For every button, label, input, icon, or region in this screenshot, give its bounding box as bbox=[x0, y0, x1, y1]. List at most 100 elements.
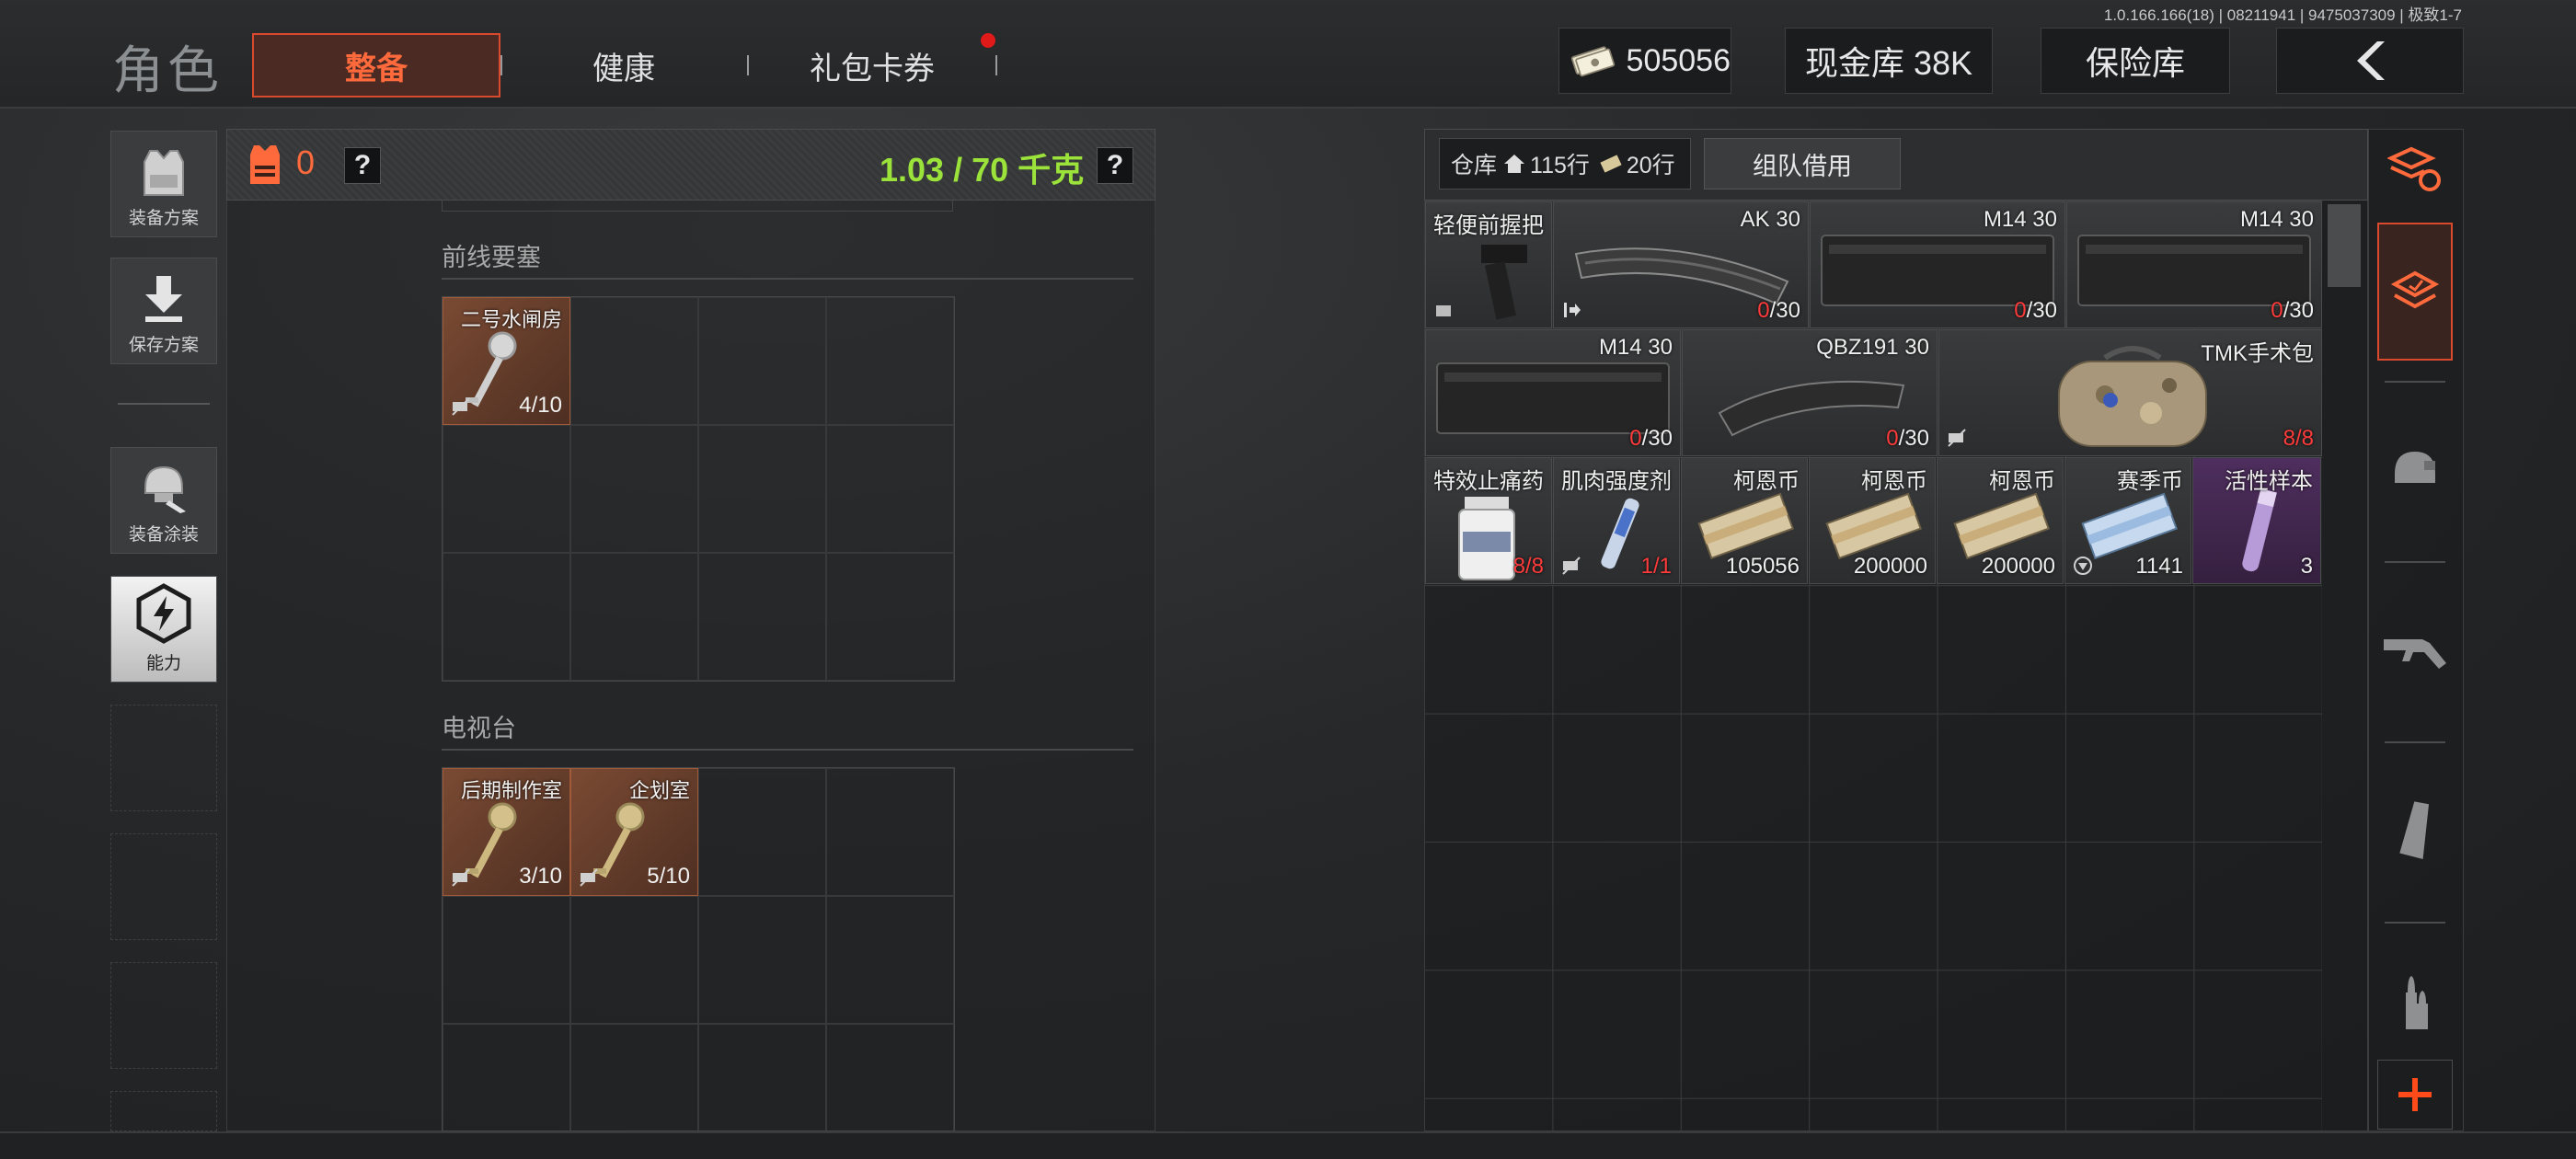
ammo-current: 0 bbox=[1757, 298, 1770, 323]
sidebar-item-label: 保存方案 bbox=[128, 336, 199, 355]
storage-item[interactable]: 柯恩币 200000 bbox=[1809, 457, 1936, 584]
sidebar-item-equipment-skin[interactable]: 装备涂装 bbox=[110, 447, 217, 554]
item-count: 200000 bbox=[1981, 554, 2055, 579]
item-name: 肌肉强度剂 bbox=[1561, 469, 1672, 494]
weight-help-button[interactable]: ? bbox=[1097, 147, 1133, 184]
currency-amount: 505056 bbox=[1626, 42, 1731, 78]
rail-helmet-button[interactable] bbox=[2377, 401, 2453, 539]
storage-item[interactable]: M14 30 0/30 bbox=[1810, 201, 2065, 328]
helmet-icon bbox=[2395, 452, 2435, 483]
ammo-current: 0 bbox=[2014, 298, 2027, 323]
back-button[interactable] bbox=[2276, 28, 2464, 94]
key-grid-frontline: 二号水闸房 4/10 bbox=[442, 296, 955, 682]
koen-coin-icon bbox=[1825, 492, 1922, 559]
key-item[interactable]: 企划室 5/10 bbox=[570, 768, 698, 896]
storage-label: 仓库 bbox=[1451, 153, 1498, 178]
koen-coin-icon bbox=[1697, 492, 1794, 559]
rail-rifle-button[interactable] bbox=[2377, 581, 2453, 719]
key-item[interactable]: 后期制作室 3/10 bbox=[443, 768, 570, 896]
empty-slot bbox=[110, 705, 217, 811]
storage-item[interactable]: 赛季币 1141 bbox=[2064, 457, 2191, 584]
storage-item[interactable]: QBZ191 30 0/30 bbox=[1682, 329, 1938, 456]
weight-indicator: 1.03 / 70 千克 bbox=[880, 151, 1085, 189]
home-icon bbox=[1504, 155, 1525, 173]
chevron-left-icon bbox=[2357, 41, 2385, 80]
storage-item[interactable]: 轻便前握把 bbox=[1425, 201, 1552, 328]
empty-grid-cell bbox=[570, 425, 698, 553]
item-name: M14 30 bbox=[2239, 207, 2314, 232]
rail-sort-button[interactable] bbox=[2377, 131, 2453, 208]
storage-item[interactable]: 特效止痛药 8/8 bbox=[1425, 457, 1552, 584]
empty-grid-cell bbox=[443, 896, 570, 1024]
cash-icon bbox=[1570, 46, 1616, 77]
magazine-icon bbox=[2399, 801, 2430, 859]
rail-divider bbox=[2385, 922, 2445, 924]
key-item[interactable]: 二号水闸房 4/10 bbox=[443, 297, 570, 425]
empty-slot bbox=[110, 1091, 217, 1131]
empty-grid-cell bbox=[826, 425, 954, 553]
storage-item[interactable]: 活性样本 3 bbox=[2192, 457, 2321, 584]
rail-add-button[interactable] bbox=[2377, 1060, 2453, 1130]
empty-grid-cell bbox=[570, 1024, 698, 1130]
tab-loadout[interactable]: 整备 bbox=[252, 33, 500, 98]
notification-dot bbox=[981, 33, 995, 48]
item-name: 二号水闸房 bbox=[460, 308, 562, 331]
sidebar-item-ability[interactable]: 能力 bbox=[110, 576, 217, 683]
empty-grid-cell bbox=[698, 425, 826, 553]
empty-grid-cell bbox=[698, 1024, 826, 1130]
storage-item[interactable]: 柯恩币 105056 bbox=[1681, 457, 1808, 584]
empty-grid-cell bbox=[570, 297, 698, 425]
ammo-current: 0 bbox=[1629, 426, 1642, 451]
season-coin-icon bbox=[2081, 492, 2178, 559]
no-insure-icon bbox=[1948, 429, 1966, 447]
storage-item[interactable]: TMK手术包 8/8 bbox=[1938, 329, 2322, 456]
item-name: 企划室 bbox=[628, 779, 690, 802]
key-grid-tv-station: 后期制作室 3/10 企划室 5/10 bbox=[442, 767, 955, 1131]
storage-item[interactable]: M14 30 0/30 bbox=[1425, 329, 1681, 456]
armor-count: 0 bbox=[296, 143, 316, 181]
rail-storage-button[interactable] bbox=[2377, 223, 2453, 361]
ammo-capacity: /30 bbox=[2026, 298, 2057, 323]
rail-divider bbox=[2385, 741, 2445, 743]
storage-item[interactable]: AK 30 0/30 bbox=[1553, 201, 1809, 328]
rail-ammo-button[interactable] bbox=[2377, 942, 2453, 1067]
no-insure-icon bbox=[1562, 557, 1581, 575]
empty-grid-cell bbox=[826, 768, 954, 896]
insurance-vault-button[interactable]: 保险库 bbox=[2041, 28, 2230, 94]
storage-icon bbox=[2390, 270, 2440, 309]
ability-hex-icon bbox=[136, 583, 191, 644]
no-insure-icon bbox=[580, 868, 598, 887]
tab-gift-cards[interactable]: 礼包卡券 bbox=[764, 33, 981, 98]
sidebar-item-label: 装备方案 bbox=[128, 209, 199, 228]
storage-item[interactable]: 柯恩币 200000 bbox=[1937, 457, 2064, 584]
item-count: 3/10 bbox=[519, 864, 562, 889]
item-name: AK 30 bbox=[1740, 207, 1800, 232]
cash-vault-button[interactable]: 现金库 38K bbox=[1785, 28, 1993, 94]
item-name: 轻便前握把 bbox=[1433, 213, 1544, 238]
sidebar-item-loadout-plan[interactable]: 装备方案 bbox=[110, 131, 217, 237]
empty-grid-cell bbox=[826, 553, 954, 681]
rail-divider bbox=[2385, 381, 2445, 383]
empty-grid-cell bbox=[826, 1024, 954, 1130]
item-name: 柯恩币 bbox=[1733, 469, 1800, 494]
storage-item[interactable]: 肌肉强度剂 1/1 bbox=[1553, 457, 1680, 584]
team-borrow-button[interactable]: 组队借用 bbox=[1704, 138, 1901, 189]
ammo-capacity: /30 bbox=[1769, 298, 1800, 323]
sidebar-item-label: 能力 bbox=[145, 654, 181, 673]
help-button[interactable]: ? bbox=[344, 147, 381, 184]
foregrip-icon bbox=[1481, 245, 1527, 320]
rail-magazine-button[interactable] bbox=[2377, 762, 2453, 900]
storage-scrollbar[interactable] bbox=[2328, 204, 2361, 287]
storage-item[interactable]: M14 30 0/30 bbox=[2066, 201, 2322, 328]
item-count: 5/10 bbox=[647, 864, 690, 889]
tab-health[interactable]: 健康 bbox=[515, 33, 732, 98]
item-name: 柯恩币 bbox=[1861, 469, 1927, 494]
sidebar-item-save-plan[interactable]: 保存方案 bbox=[110, 258, 217, 364]
empty-grid-cell bbox=[443, 1024, 570, 1130]
empty-grid-cell bbox=[570, 553, 698, 681]
sidebar-divider bbox=[118, 403, 210, 405]
item-name: 赛季币 bbox=[2117, 469, 2183, 494]
item-name: 特效止痛药 bbox=[1433, 469, 1544, 494]
item-count: 105056 bbox=[1725, 554, 1800, 579]
empty-grid-cell bbox=[443, 425, 570, 553]
